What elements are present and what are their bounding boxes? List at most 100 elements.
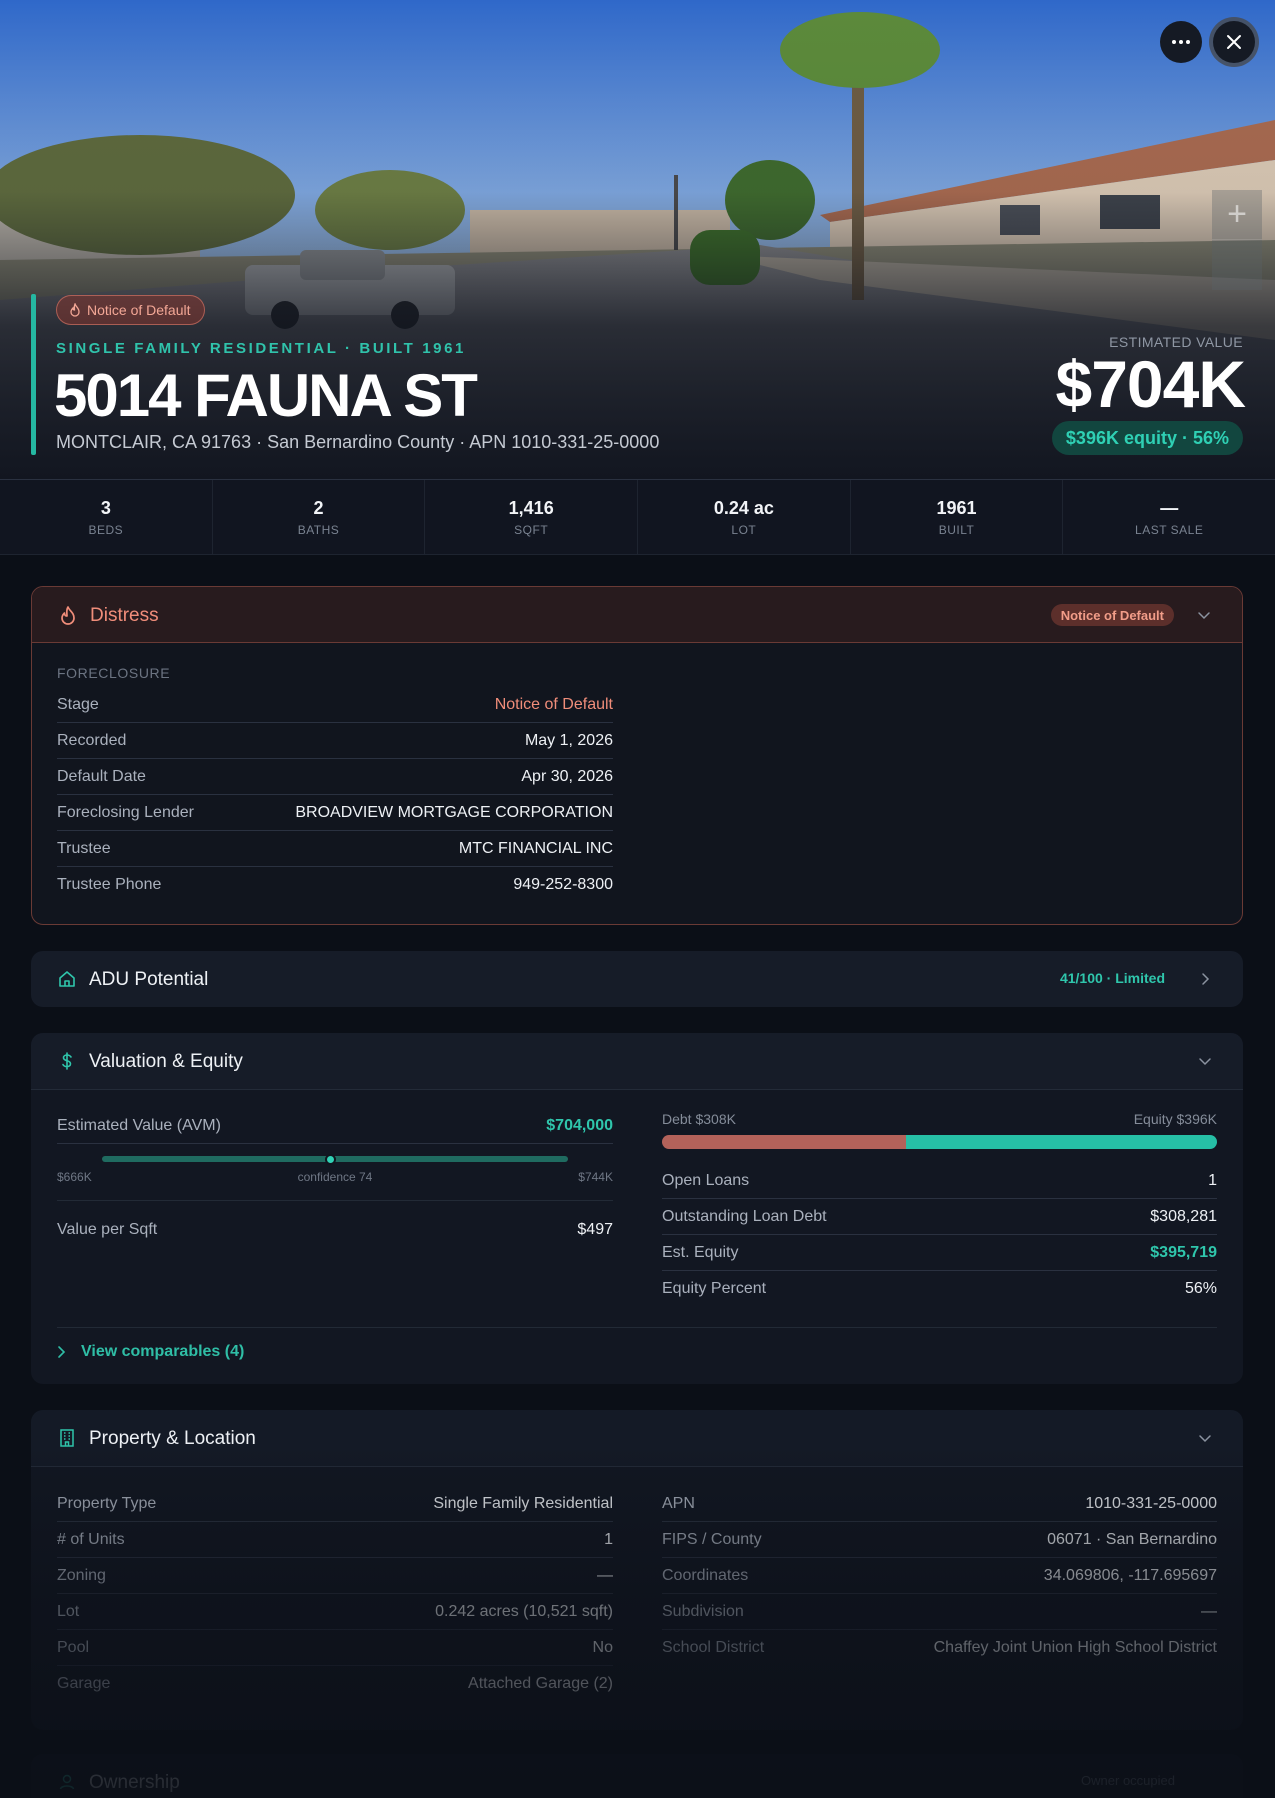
stat-label: LAST SALE	[1135, 522, 1204, 537]
valuation-title: Valuation & Equity	[89, 1051, 243, 1072]
map-zoom-control[interactable]: +	[1212, 190, 1262, 290]
equity-chip: $396K equity · 56%	[1051, 421, 1243, 455]
distress-header[interactable]: Distress Notice of Default	[32, 587, 1242, 643]
property-row: Lot 0.242 acres (10,521 sqft)	[57, 1594, 613, 1630]
ownership-card[interactable]: Ownership Owner occupied	[31, 1754, 1243, 1798]
property-row: # of Units 1	[57, 1522, 613, 1558]
building-icon	[60, 1429, 74, 1447]
distress-row: Stage Notice of Default	[57, 687, 613, 723]
property-row: Zoning —	[57, 1558, 613, 1594]
equity-label: Equity $396K	[1133, 1111, 1217, 1127]
flame-icon	[61, 606, 75, 625]
stat-built: 1961 BUILT	[851, 480, 1064, 554]
row-key: Property Type	[57, 1494, 157, 1512]
distress-row: Trustee MTC FINANCIAL INC	[57, 831, 613, 867]
adu-potential-card[interactable]: ADU Potential 41/100 · Limited	[31, 951, 1243, 1007]
stat-label: LOT	[731, 522, 757, 537]
row-value: Single Family Residential	[433, 1494, 613, 1512]
distress-status-badge: Notice of Default	[56, 295, 205, 325]
property-header[interactable]: Property & Location	[31, 1410, 1243, 1466]
chevron-right-icon[interactable]	[1197, 971, 1213, 987]
adu-score: 41/100 · Limited	[1059, 970, 1165, 986]
row-key: Stage	[57, 695, 99, 713]
row-key: Coordinates	[662, 1566, 749, 1584]
view-comparables-link[interactable]: View comparables (4)	[57, 1343, 244, 1361]
confidence-label: confidence 74	[297, 1170, 373, 1184]
distress-row: Foreclosing Lender BROADVIEW MORTGAGE CO…	[57, 795, 613, 831]
foreclosure-section-label: FORECLOSURE	[57, 665, 171, 681]
more-options-button[interactable]	[1160, 21, 1202, 63]
location-row: Subdivision —	[662, 1594, 1217, 1630]
row-value: 56%	[1184, 1280, 1217, 1297]
row-key: Pool	[57, 1638, 90, 1656]
row-value: 0.242 acres (10,521 sqft)	[435, 1602, 613, 1620]
stat-value: —	[1160, 497, 1179, 518]
row-value: $704,000	[546, 1116, 613, 1134]
row-value: 1	[604, 1530, 613, 1548]
row-key: FIPS / County	[662, 1530, 762, 1548]
estimated-value: $704K	[1055, 347, 1246, 421]
loan-row: Open Loans 1	[662, 1163, 1217, 1199]
row-value: —	[597, 1566, 613, 1584]
row-key: Estimated Value (AVM)	[57, 1116, 221, 1134]
chevron-down-icon[interactable]	[1197, 1053, 1213, 1069]
divider	[57, 1200, 613, 1201]
close-icon	[1227, 35, 1241, 49]
debt-segment	[662, 1135, 907, 1149]
row-value: 1010-331-25-0000	[1085, 1494, 1217, 1512]
chevron-down-icon[interactable]	[1196, 607, 1212, 623]
ownership-title: Ownership	[89, 1772, 180, 1793]
zoom-in-button[interactable]: +	[1212, 190, 1262, 240]
row-value: 1	[1208, 1171, 1217, 1189]
property-row: Property Type Single Family Residential	[57, 1486, 613, 1522]
distress-badge: Notice of Default	[1050, 604, 1174, 626]
row-value: BROADVIEW MORTGAGE CORPORATION	[295, 803, 613, 821]
debt-label: Debt $308K	[662, 1111, 736, 1127]
location-row: FIPS / County 06071 · San Bernardino	[662, 1522, 1217, 1558]
row-value: Chaffey Joint Union High School District	[933, 1639, 1217, 1656]
stat-lot: 0.24 ac LOT	[638, 480, 851, 554]
range-low: $666K	[57, 1170, 92, 1184]
stat-sqft: 1,416 SQFT	[425, 480, 639, 554]
row-key: Zoning	[57, 1566, 106, 1584]
row-key: Recorded	[57, 731, 127, 749]
stat-value: 0.24 ac	[713, 497, 774, 518]
stat-label: BEDS	[88, 522, 124, 537]
row-key: Equity Percent	[662, 1280, 767, 1297]
debt-equity-bar	[662, 1135, 1217, 1149]
property-address: 5014 FAUNA ST	[54, 362, 478, 429]
row-key: Lot	[57, 1602, 80, 1620]
location-row: APN 1010-331-25-0000	[662, 1486, 1217, 1522]
location-row: Coordinates 34.069806, -117.695697	[662, 1558, 1217, 1594]
row-key: School District	[662, 1639, 765, 1656]
row-value: Apr 30, 2026	[521, 767, 613, 785]
row-key: Outstanding Loan Debt	[662, 1207, 827, 1225]
stat-baths: 2 BATHS	[213, 480, 426, 554]
chevron-down-icon[interactable]	[1197, 1430, 1213, 1446]
row-key: # of Units	[57, 1530, 125, 1548]
loan-row: Est. Equity $395,719	[662, 1235, 1217, 1271]
close-button[interactable]	[1213, 21, 1255, 63]
row-key: Subdivision	[662, 1602, 744, 1620]
property-row: Pool No	[57, 1630, 613, 1666]
stat-label: BATHS	[297, 522, 340, 537]
avm-range-labels: $666K confidence 74 $744K	[57, 1170, 613, 1184]
row-key: Garage	[57, 1675, 111, 1692]
row-key: Open Loans	[662, 1171, 750, 1189]
header-divider	[31, 1466, 1243, 1467]
stat-value: 1961	[936, 497, 977, 518]
stat-beds: 3 BEDS	[0, 480, 213, 554]
value-per-sqft-row: Value per Sqft $497	[57, 1212, 613, 1248]
row-value: Notice of Default	[494, 695, 613, 713]
loan-row: Equity Percent 56%	[662, 1271, 1217, 1307]
user-icon	[59, 1774, 75, 1790]
row-key: Value per Sqft	[57, 1221, 158, 1238]
equity-segment	[906, 1135, 1217, 1149]
stat-label: SQFT	[514, 522, 549, 537]
valuation-header[interactable]: Valuation & Equity	[31, 1033, 1243, 1089]
distress-status-label: Notice of Default	[87, 302, 191, 318]
row-value: 949-252-8300	[513, 876, 613, 893]
property-row: Garage Attached Garage (2)	[57, 1666, 613, 1702]
adu-title: ADU Potential	[89, 969, 209, 990]
property-type-line: SINGLE FAMILY RESIDENTIAL · BUILT 1961	[56, 340, 466, 357]
